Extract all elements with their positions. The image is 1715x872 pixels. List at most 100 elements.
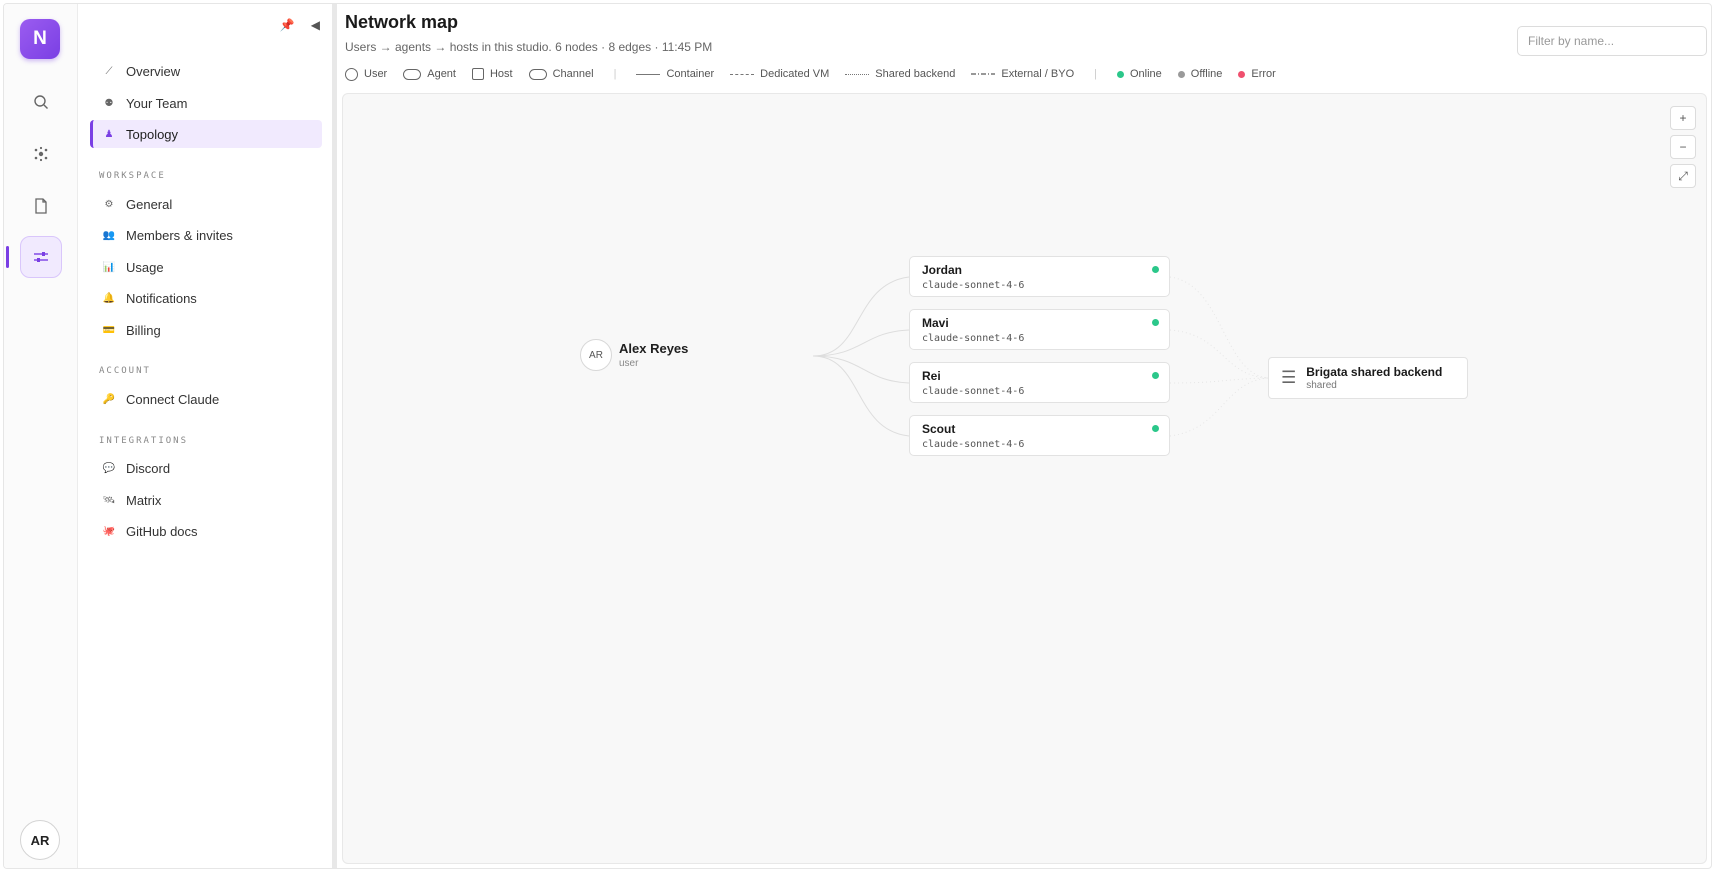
sliders-icon (34, 252, 48, 262)
network-button[interactable] (20, 133, 62, 175)
legend-channel: Channel (528, 68, 594, 80)
edge-scout-host (1169, 377, 1269, 437)
sidebar-item-topology[interactable]: ♟ Topology (90, 120, 322, 148)
legend: User Agent Host Channel | Container Dedi… (345, 66, 1292, 82)
sidebar-item-overview[interactable]: ⟋ Overview (90, 57, 322, 85)
agent-model: claude-sonnet-4-6 (922, 333, 1025, 344)
online-status-icon (1152, 425, 1159, 432)
pill-shape-icon (403, 68, 422, 80)
agent-node-rei[interactable]: Rei claude-sonnet-4-6 (909, 362, 1170, 403)
offline-dot-icon (1177, 70, 1185, 78)
section-label-integrations: INTEGRATIONS (99, 436, 189, 446)
sidebar-item-label: Members & invites (126, 227, 233, 243)
sidebar-item-label: Topology (126, 126, 179, 142)
section-label-account: ACCOUNT (99, 366, 151, 376)
gear-icon: ⚙ (104, 198, 114, 210)
user-avatar[interactable]: AR (20, 820, 60, 860)
legend-error: Error (1238, 68, 1276, 80)
edge-user-rei (812, 355, 910, 384)
menu-lines-icon: ☰ (1281, 368, 1297, 387)
dotted-line-icon (845, 73, 870, 75)
filter-input[interactable] (1517, 26, 1707, 56)
sidebar-item-label: Overview (126, 63, 181, 79)
online-status-icon (1152, 372, 1159, 379)
app-window: N AR 📌 ◀ ⟋ Overview ⚉ Your Team ♟ Topolo… (3, 3, 1712, 869)
sidebar-item-label: Matrix (126, 492, 162, 508)
user-node-avatar: AR (580, 339, 612, 371)
main-content: Network map Users → agents → hosts in th… (337, 4, 1711, 868)
host-node[interactable]: ☰ Brigata shared backend shared (1268, 357, 1468, 399)
legend-offline: Offline (1177, 68, 1222, 80)
sidebar-controls: 📌 ◀ (280, 18, 320, 32)
settings-button[interactable] (20, 236, 62, 278)
zoom-in-button[interactable]: + (1670, 106, 1696, 130)
online-status-icon (1152, 319, 1159, 326)
online-dot-icon (1117, 70, 1124, 78)
agent-node-mavi[interactable]: Mavi claude-sonnet-4-6 (909, 309, 1170, 350)
agent-model: claude-sonnet-4-6 (922, 439, 1025, 450)
pin-icon[interactable]: 📌 (280, 18, 295, 32)
collapse-icon[interactable]: ◀ (311, 18, 320, 32)
circle-shape-icon (345, 67, 358, 81)
agent-name: Mavi (922, 316, 949, 330)
legend-shared-backend: Shared backend (845, 68, 955, 80)
people-icon: 👥 (102, 229, 116, 241)
user-node[interactable]: AR Alex Reyes user (580, 339, 688, 371)
sidebar-item-billing[interactable]: 💳 Billing (90, 316, 322, 344)
chart-icon: ⟋ (105, 65, 113, 77)
sidebar-item-usage[interactable]: 📊 Usage (90, 253, 322, 281)
sidebar-item-label: Usage (126, 259, 164, 275)
bell-icon: 🔔 (102, 292, 116, 304)
user-node-name: Alex Reyes (619, 341, 689, 356)
sidebar-item-label: Notifications (126, 290, 197, 306)
sidebar-item-members[interactable]: 👥 Members & invites (90, 221, 322, 249)
bar-chart-icon: 📊 (102, 261, 116, 273)
host-name: Brigata shared backend (1306, 365, 1443, 379)
sidebar-item-label: GitHub docs (126, 523, 198, 539)
zoom-out-button[interactable]: − (1670, 135, 1696, 159)
legend-host: Host (471, 68, 513, 80)
legend-online: Online (1117, 68, 1162, 80)
section-label-workspace: WORKSPACE (99, 171, 166, 181)
error-dot-icon (1238, 70, 1246, 78)
legend-external: External / BYO (971, 68, 1074, 80)
octopus-icon: 🐙 (102, 525, 116, 537)
legend-user: User (345, 67, 387, 81)
agent-name: Rei (922, 369, 941, 383)
sidebar-item-your-team[interactable]: ⚉ Your Team (90, 89, 322, 117)
agent-model: claude-sonnet-4-6 (922, 386, 1025, 397)
agent-model: claude-sonnet-4-6 (922, 280, 1025, 291)
sidebar-item-label: Discord (126, 460, 171, 476)
pill-shape-icon (528, 68, 547, 80)
sidebar-item-label: Billing (126, 322, 161, 338)
page-subtitle: Users → agents → hosts in this studio. 6… (345, 40, 713, 54)
chat-icon: 💬 (102, 462, 116, 474)
sidebar-item-matrix[interactable]: 🛰 Matrix (90, 486, 322, 514)
sidebar-item-label: General (126, 196, 173, 212)
agent-node-jordan[interactable]: Jordan claude-sonnet-4-6 (909, 256, 1170, 297)
agent-node-scout[interactable]: Scout claude-sonnet-4-6 (909, 415, 1170, 456)
dash-dot-line-icon (971, 73, 996, 75)
sidebar-item-github-docs[interactable]: 🐙 GitHub docs (90, 517, 322, 545)
network-canvas[interactable]: + − ⤢ AR Alex Reyes user Jordan claude-s… (342, 93, 1707, 864)
search-button[interactable] (20, 81, 62, 123)
legend-container: Container (636, 68, 714, 80)
legend-separator: | (613, 68, 617, 80)
user-node-role: user (619, 358, 639, 369)
icon-rail: N AR (4, 4, 78, 868)
sidebar-item-connect-claude[interactable]: 🔑 Connect Claude (90, 385, 322, 413)
workspace-logo[interactable]: N (20, 19, 60, 59)
solid-line-icon (636, 73, 661, 75)
topology-icon: ♟ (104, 128, 114, 140)
online-status-icon (1152, 266, 1159, 273)
documents-button[interactable] (20, 185, 62, 227)
fit-view-button[interactable]: ⤢ (1670, 164, 1696, 188)
sidebar-item-notifications[interactable]: 🔔 Notifications (90, 284, 322, 312)
agent-name: Scout (922, 422, 956, 436)
key-icon: 🔑 (102, 393, 116, 405)
page-title: Network map (345, 12, 459, 32)
legend-dedicated-vm: Dedicated VM (730, 68, 829, 80)
graph-edges (812, 276, 1269, 437)
sidebar-item-general[interactable]: ⚙ General (90, 190, 322, 218)
sidebar-item-discord[interactable]: 💬 Discord (90, 454, 322, 482)
